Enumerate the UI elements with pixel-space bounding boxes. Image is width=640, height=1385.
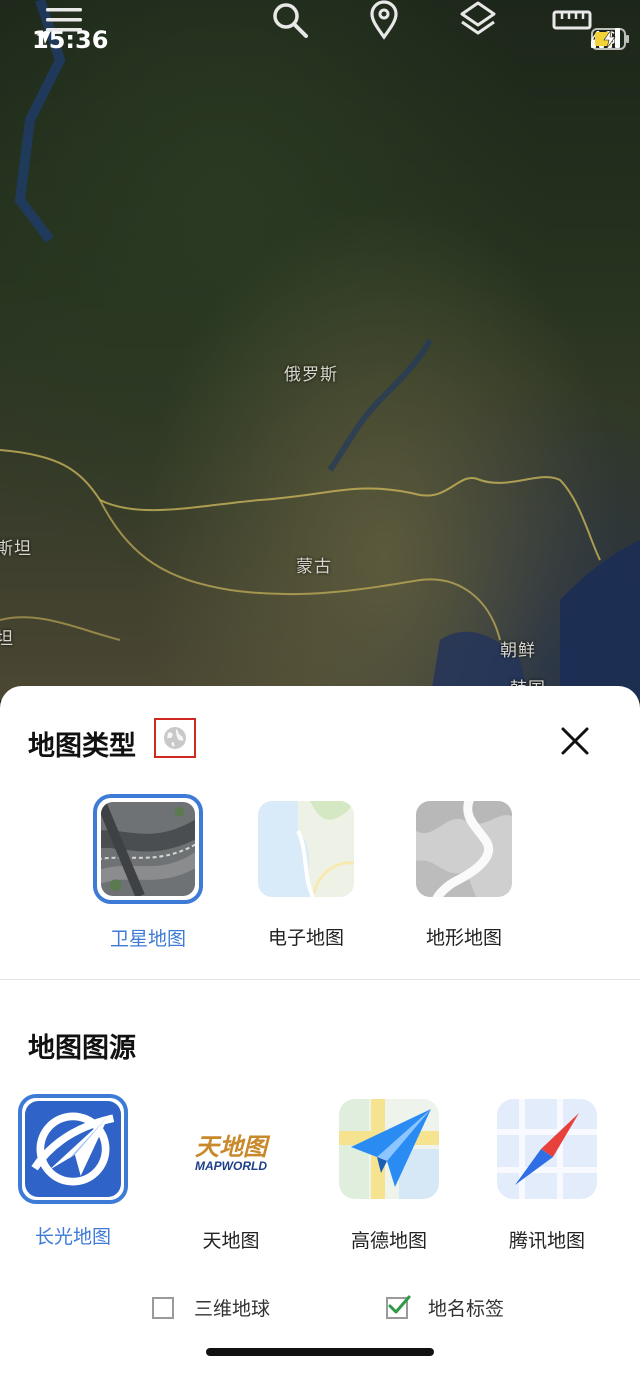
- globe-button[interactable]: [154, 718, 196, 758]
- map-terrain: [0, 0, 640, 700]
- tencent-logo-icon: [497, 1099, 597, 1199]
- map-label-north-korea: 朝鲜: [500, 641, 536, 661]
- amap-logo-icon: [339, 1099, 439, 1199]
- ruler-icon[interactable]: [552, 0, 592, 40]
- option-place-labels[interactable]: 地名标签: [386, 1294, 504, 1321]
- map-source-changguang-label: 长光地图: [34, 1226, 111, 1248]
- map-source-tencent[interactable]: 腾讯地图: [472, 1094, 622, 1253]
- map-type-satellite-label: 卫星地图: [109, 928, 186, 950]
- map-settings-sheet: 地图类型 卫星地图 电子地图 地形地图 地图图源 长光地图 天地图 MAPWOR…: [0, 686, 640, 1385]
- terrain-thumbnail: [416, 801, 512, 897]
- changguang-logo: [18, 1094, 128, 1204]
- map-source-tencent-label: 腾讯地图: [508, 1230, 585, 1252]
- tianditu-logo-chinese: 天地图: [195, 1132, 267, 1161]
- map-source-title: 地图图源: [28, 1033, 136, 1064]
- place-labels-label: 地名标签: [428, 1298, 505, 1320]
- map-type-satellite[interactable]: 卫星地图: [78, 794, 218, 951]
- electronic-thumbnail: [258, 801, 354, 897]
- home-indicator[interactable]: [206, 1348, 434, 1356]
- satellite-preview-icon: [101, 802, 195, 896]
- menu-icon[interactable]: [44, 0, 84, 40]
- place-labels-checkbox[interactable]: [386, 1295, 411, 1319]
- globe-icon: [164, 727, 186, 749]
- map-type-electronic[interactable]: 电子地图: [236, 794, 376, 950]
- tianditu-logo: 天地图 MAPWORLD: [181, 1099, 281, 1199]
- section-divider: [0, 979, 640, 980]
- location-pin-icon[interactable]: [364, 0, 404, 40]
- map-label-left-fragment: 坦: [0, 629, 14, 649]
- map-type-electronic-label: 电子地图: [267, 927, 344, 949]
- option-3d-globe[interactable]: 三维地球: [152, 1294, 270, 1321]
- map-source-amap-label: 高德地图: [350, 1230, 427, 1252]
- close-icon[interactable]: [558, 724, 592, 758]
- map-view[interactable]: 俄罗斯 蒙古 朝鲜 韩国 斯坦 坦 15:36 4G: [0, 0, 640, 700]
- globe-3d-label: 三维地球: [194, 1298, 271, 1320]
- map-source-changguang[interactable]: 长光地图: [0, 1094, 148, 1249]
- map-type-terrain[interactable]: 地形地图: [394, 794, 534, 950]
- map-label-russia: 俄罗斯: [284, 365, 338, 385]
- map-source-amap[interactable]: 高德地图: [314, 1094, 464, 1253]
- map-label-mongolia: 蒙古: [296, 557, 332, 577]
- search-icon[interactable]: [270, 0, 310, 40]
- amap-logo: [339, 1099, 439, 1199]
- terrain-map-preview-icon: [416, 801, 512, 897]
- changguang-logo-icon: [25, 1101, 121, 1197]
- checkmark-icon: [388, 1295, 411, 1313]
- map-source-tianditu-label: 天地图: [202, 1230, 260, 1252]
- map-type-terrain-label: 地形地图: [425, 927, 502, 949]
- tianditu-logo-english: MAPWORLD: [195, 1159, 267, 1173]
- layers-icon[interactable]: [458, 0, 498, 40]
- tencent-logo: [497, 1099, 597, 1199]
- map-type-title: 地图类型: [28, 731, 136, 762]
- electronic-map-preview-icon: [258, 801, 354, 897]
- globe-3d-checkbox[interactable]: [152, 1296, 174, 1319]
- battery-charging-icon: [590, 28, 629, 50]
- map-label-kazakhstan: 斯坦: [0, 539, 32, 559]
- status-indicators: 4G: [590, 28, 629, 50]
- map-source-tianditu[interactable]: 天地图 MAPWORLD 天地图: [156, 1094, 306, 1253]
- satellite-thumbnail: [93, 794, 203, 904]
